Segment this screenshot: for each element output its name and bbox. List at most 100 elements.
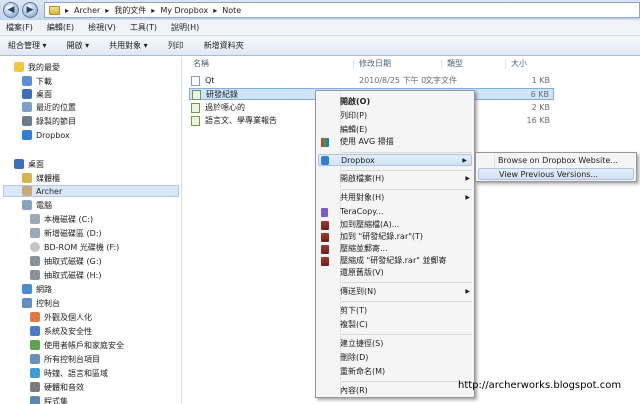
menu-avg-scan[interactable]: 使用 AVG 掃描	[340, 136, 474, 148]
removable-drive-icon	[30, 270, 40, 280]
menu-edit[interactable]: 編輯(E)	[340, 124, 474, 136]
menu-open-with-label: 開啟檔案(H)	[340, 174, 385, 183]
menu-dropbox[interactable]: Dropbox ▶	[318, 154, 472, 166]
menu-open-with[interactable]: 開啟檔案(H) ▶	[340, 173, 474, 185]
nav-label: 最近的位置	[36, 102, 76, 112]
share-button[interactable]: 共用對象 ▾	[109, 40, 148, 51]
shield-icon	[30, 326, 40, 336]
nav-drive-d[interactable]: 新增磁碟區 (D:)	[30, 227, 102, 239]
nav-libraries[interactable]: 媒體櫃	[22, 172, 60, 184]
menu-separator	[342, 334, 472, 335]
nav-cp-clock[interactable]: 時鐘、語言和區域	[30, 367, 108, 379]
user-folder-icon	[22, 186, 32, 196]
menu-tools[interactable]: 工具(T)	[130, 22, 157, 33]
nav-cp-users[interactable]: 使用者帳戶和家庭安全	[30, 339, 124, 351]
column-size[interactable]: 大小	[511, 57, 527, 71]
disc-icon	[30, 242, 40, 252]
file-name: 語言文、學專業報告	[205, 116, 277, 125]
nav-recent[interactable]: 最近的位置	[22, 101, 76, 113]
document-file-icon	[192, 90, 201, 100]
drive-icon	[30, 228, 40, 238]
breadcrumb-note[interactable]: Note	[222, 6, 241, 15]
menu-delete[interactable]: 刪除(D)	[340, 352, 474, 364]
nav-drive-f[interactable]: BD-ROM 光碟機 (F:)	[30, 241, 119, 253]
nav-drive-h[interactable]: 抽取式磁碟 (H:)	[30, 269, 102, 281]
nav-computer[interactable]: 電腦	[22, 199, 52, 211]
menu-print[interactable]: 列印(P)	[340, 110, 474, 122]
address-input[interactable]: ▸ Archer ▸ 我的文件 ▸ My Dropbox ▸ Note	[44, 2, 640, 18]
winrar-icon	[321, 221, 329, 230]
nav-dropbox[interactable]: Dropbox	[22, 129, 70, 141]
nav-drive-c[interactable]: 本機磁碟 (C:)	[30, 213, 93, 225]
breadcrumb-documents[interactable]: 我的文件	[114, 5, 146, 16]
nav-cp-appearance[interactable]: 外觀及個人化	[30, 311, 92, 323]
forward-button-icon[interactable]: ▶	[22, 2, 38, 18]
breadcrumb-archer[interactable]: Archer	[74, 6, 100, 15]
new-folder-button[interactable]: 新增資料夾	[204, 40, 244, 51]
submenu-arrow-icon: ▶	[465, 288, 470, 295]
menu-create-shortcut[interactable]: 建立捷徑(S)	[340, 338, 474, 350]
menu-open[interactable]: 開啟(O)	[340, 96, 474, 108]
menu-add-archive[interactable]: 加到壓縮檔(A)...	[340, 219, 474, 231]
nav-label: 本機磁碟 (C:)	[44, 214, 94, 224]
nav-network[interactable]: 網路	[22, 283, 52, 295]
organize-button[interactable]: 組合管理 ▾	[8, 40, 47, 51]
menu-send-to[interactable]: 傳送到(N) ▶	[340, 286, 474, 298]
column-type[interactable]: 類型	[447, 57, 463, 71]
computer-icon	[22, 200, 32, 210]
download-icon	[22, 76, 32, 86]
nav-desktop-fav[interactable]: 桌面	[22, 88, 52, 100]
open-button[interactable]: 開啟 ▾	[67, 40, 90, 51]
column-date[interactable]: 修改日期	[359, 57, 391, 71]
nav-cp-programs[interactable]: 程式集	[30, 395, 68, 404]
nav-label: 我的最愛	[28, 62, 60, 72]
nav-recorded-tv[interactable]: 錄製的節目	[22, 115, 76, 127]
menu-view[interactable]: 檢視(V)	[88, 22, 116, 33]
drive-icon	[30, 214, 40, 224]
nav-drive-g[interactable]: 抽取式磁碟 (G:)	[30, 255, 102, 267]
column-name[interactable]: 名稱	[193, 57, 209, 71]
nav-cp-security[interactable]: 系統及安全性	[30, 325, 92, 337]
breadcrumb-dropbox[interactable]: My Dropbox	[160, 6, 208, 15]
column-divider[interactable]	[353, 59, 354, 69]
menu-edit[interactable]: 編輯(E)	[47, 22, 74, 33]
dropbox-icon	[22, 130, 32, 140]
nav-cp-all[interactable]: 所有控制台項目	[30, 353, 100, 365]
menu-view-previous-versions[interactable]: View Previous Versions...	[478, 168, 634, 180]
nav-favorites[interactable]: 我的最愛	[14, 61, 60, 73]
nav-label: 所有控制台項目	[44, 354, 100, 364]
menu-rename[interactable]: 重新命名(M)	[340, 366, 474, 378]
network-icon	[22, 284, 32, 294]
menu-share-with[interactable]: 共用對象(H) ▶	[340, 192, 474, 204]
print-button[interactable]: 列印	[168, 40, 184, 51]
column-divider[interactable]	[505, 59, 506, 69]
file-date: 2010/8/25 下午 0...	[359, 76, 434, 85]
menu-restore-previous[interactable]: 還原舊版(V)	[340, 267, 474, 279]
menu-help[interactable]: 說明(H)	[171, 22, 199, 33]
nav-control-panel[interactable]: 控制台	[22, 297, 60, 309]
control-panel-icon	[30, 354, 40, 364]
desktop-icon	[14, 159, 24, 169]
file-row[interactable]: Qt 2010/8/25 下午 0... 文字文件 1 KB	[189, 75, 554, 87]
menu-properties[interactable]: 內容(R)	[340, 385, 474, 397]
menu-separator	[342, 301, 472, 302]
menu-copy[interactable]: 複製(C)	[340, 319, 474, 331]
nav-downloads[interactable]: 下載	[22, 75, 52, 87]
menu-file[interactable]: 檔案(F)	[6, 22, 33, 33]
nav-label: 控制台	[36, 298, 60, 308]
back-button-icon[interactable]: ◀	[3, 2, 19, 18]
file-size: 1 KB	[531, 76, 550, 85]
menu-cut[interactable]: 剪下(T)	[340, 305, 474, 317]
nav-cp-hardware[interactable]: 硬體和音效	[30, 381, 84, 393]
control-panel-icon	[22, 298, 32, 308]
menu-separator	[342, 152, 472, 153]
nav-desktop[interactable]: 桌面	[14, 158, 44, 170]
column-divider[interactable]	[441, 59, 442, 69]
menu-browse-dropbox[interactable]: Browse on Dropbox Website...	[478, 155, 634, 167]
menu-compress-email[interactable]: 壓縮並郵寄...	[340, 243, 474, 255]
menu-add-rar[interactable]: 加到 "研發紀錄.rar"(T)	[340, 231, 474, 243]
nav-archer[interactable]: Archer	[3, 185, 179, 197]
menu-separator	[342, 189, 472, 190]
menu-compress-rar-email[interactable]: 壓縮成 "研發紀錄.rar" 並郵寄	[340, 255, 474, 267]
menu-teracopy[interactable]: TeraCopy...	[340, 206, 474, 218]
